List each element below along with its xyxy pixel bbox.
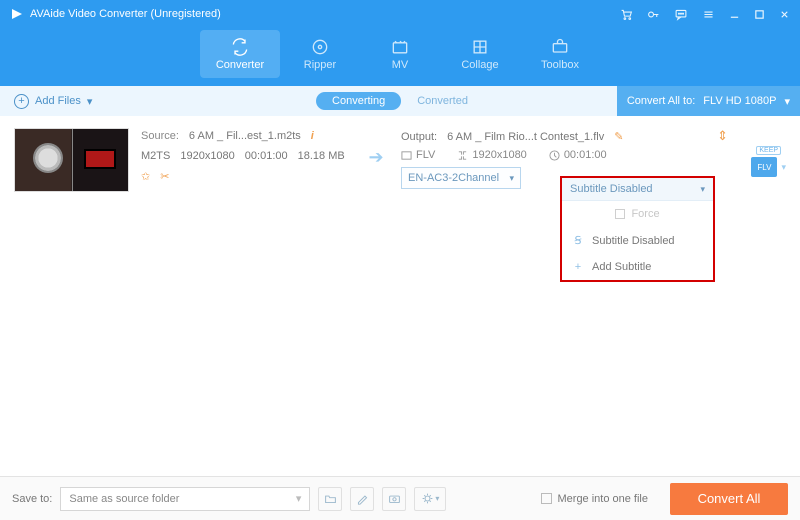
add-files-label: Add Files [35, 95, 81, 107]
subtitle-option-force: Force [562, 201, 713, 227]
titlebar: AVAide Video Converter (Unregistered) [0, 0, 800, 28]
subtitle-force-label: Force [631, 208, 659, 220]
source-filename: 6 AM _ Fil...est_1.m2ts [189, 130, 301, 142]
close-icon[interactable] [779, 9, 790, 20]
subtitle-dropdown: Subtitle Disabled ▾ Force Ꞩ Subtitle Dis… [560, 176, 715, 282]
edit-icon[interactable]: ✎ [614, 130, 623, 143]
save-folder-select[interactable]: Same as source folder ▾ [60, 487, 310, 511]
app-title: AVAide Video Converter (Unregistered) [30, 8, 620, 20]
audio-select[interactable]: EN-AC3-2Channel ▾ [401, 167, 521, 189]
chevron-down-icon: ▾ [700, 184, 705, 195]
convert-all-to-select[interactable]: Convert All to: FLV HD 1080P ▾ [617, 86, 800, 116]
subtitle-select-value: Subtitle Disabled [570, 183, 653, 195]
format-badge[interactable]: FLV [751, 157, 777, 177]
add-files-button[interactable]: + Add Files ▾ [14, 94, 92, 109]
output-resolution: 1920x1080 [472, 149, 526, 161]
key-icon[interactable] [647, 8, 660, 21]
tab-ripper[interactable]: Ripper [280, 30, 360, 78]
edit-tool-button[interactable] [350, 487, 374, 511]
convert-all-button[interactable]: Convert All [670, 483, 788, 515]
source-resolution: 1920x1080 [180, 150, 234, 162]
pin-icon[interactable]: ✩ [141, 170, 150, 183]
tab-converted[interactable]: Converted [401, 92, 484, 110]
tab-converting[interactable]: Converting [316, 92, 401, 110]
app-logo-icon [10, 7, 24, 21]
chevron-down-icon: ▾ [509, 173, 514, 184]
audio-select-value: EN-AC3-2Channel [408, 172, 499, 184]
output-container: FLV [416, 149, 435, 161]
add-subtitle-label: Add Subtitle [592, 261, 651, 273]
output-label: Output: [401, 131, 437, 143]
open-folder-button[interactable] [318, 487, 342, 511]
bottom-bar: Save to: Same as source folder ▾ ▾ Merge… [0, 476, 800, 520]
minimize-icon[interactable] [729, 9, 740, 20]
source-duration: 00:01:00 [245, 150, 288, 162]
plus-icon: + [572, 261, 584, 273]
tab-toolbox[interactable]: Toolbox [520, 30, 600, 78]
subbar: + Add Files ▾ Converting Converted Conve… [0, 86, 800, 116]
snapshot-button[interactable] [382, 487, 406, 511]
tab-converter[interactable]: Converter [200, 30, 280, 78]
thumbnail[interactable] [14, 128, 129, 192]
arrow-icon: ➔ [363, 147, 389, 168]
save-folder-value: Same as source folder [69, 493, 179, 505]
chevron-down-icon: ▾ [87, 95, 93, 108]
subtitle-select[interactable]: Subtitle Disabled ▾ [562, 178, 713, 201]
cut-icon[interactable]: ✂ [160, 170, 169, 183]
chevron-down-icon[interactable]: ▾ [781, 162, 786, 173]
maximize-icon[interactable] [754, 9, 765, 20]
save-to-label: Save to: [12, 493, 52, 505]
merge-checkbox[interactable]: Merge into one file [541, 493, 649, 505]
merge-label: Merge into one file [558, 493, 649, 505]
output-duration: 00:01:00 [564, 149, 607, 161]
settings-button[interactable]: ▾ [414, 487, 446, 511]
info-icon[interactable]: i [311, 130, 314, 142]
source-label: Source: [141, 130, 179, 142]
convert-all-to-label: Convert All to: [627, 95, 695, 107]
tab-mv[interactable]: MV [360, 30, 440, 78]
tab-ripper-label: Ripper [304, 59, 336, 71]
tab-collage[interactable]: Collage [440, 30, 520, 78]
subtitle-disabled-label: Subtitle Disabled [592, 235, 675, 247]
chevron-down-icon: ▾ [296, 492, 302, 505]
convert-all-to-value: FLV HD 1080P [703, 95, 776, 107]
chevron-down-icon: ▾ [784, 95, 790, 108]
source-meta: Source: 6 AM _ Fil...est_1.m2ts i M2TS 1… [141, 128, 351, 192]
subtitle-option-disabled[interactable]: Ꞩ Subtitle Disabled [562, 227, 713, 254]
menu-icon[interactable] [702, 8, 715, 21]
plus-icon: + [14, 94, 29, 109]
subtitle-off-icon: Ꞩ [572, 234, 584, 247]
subtitle-option-add[interactable]: + Add Subtitle [562, 254, 713, 280]
checkbox-icon [615, 209, 625, 219]
compress-icon[interactable]: ⇕ [717, 128, 728, 144]
keep-badge: KEEP [756, 146, 781, 155]
tab-collage-label: Collage [461, 59, 498, 71]
tab-toolbox-label: Toolbox [541, 59, 579, 71]
checkbox-icon [541, 493, 552, 504]
feedback-icon[interactable] [674, 8, 688, 21]
main-toolbar: Converter Ripper MV Collage Toolbox [0, 28, 800, 86]
content-area: Source: 6 AM _ Fil...est_1.m2ts i M2TS 1… [0, 116, 800, 476]
status-tabs: Converting Converted [316, 92, 484, 110]
tab-mv-label: MV [392, 59, 409, 71]
source-container: M2TS [141, 150, 170, 162]
output-filename: 6 AM _ Film Rio...t Contest_1.flv [447, 131, 604, 143]
source-size: 18.18 MB [298, 150, 345, 162]
tab-converter-label: Converter [216, 59, 264, 71]
cart-icon[interactable] [620, 8, 633, 21]
